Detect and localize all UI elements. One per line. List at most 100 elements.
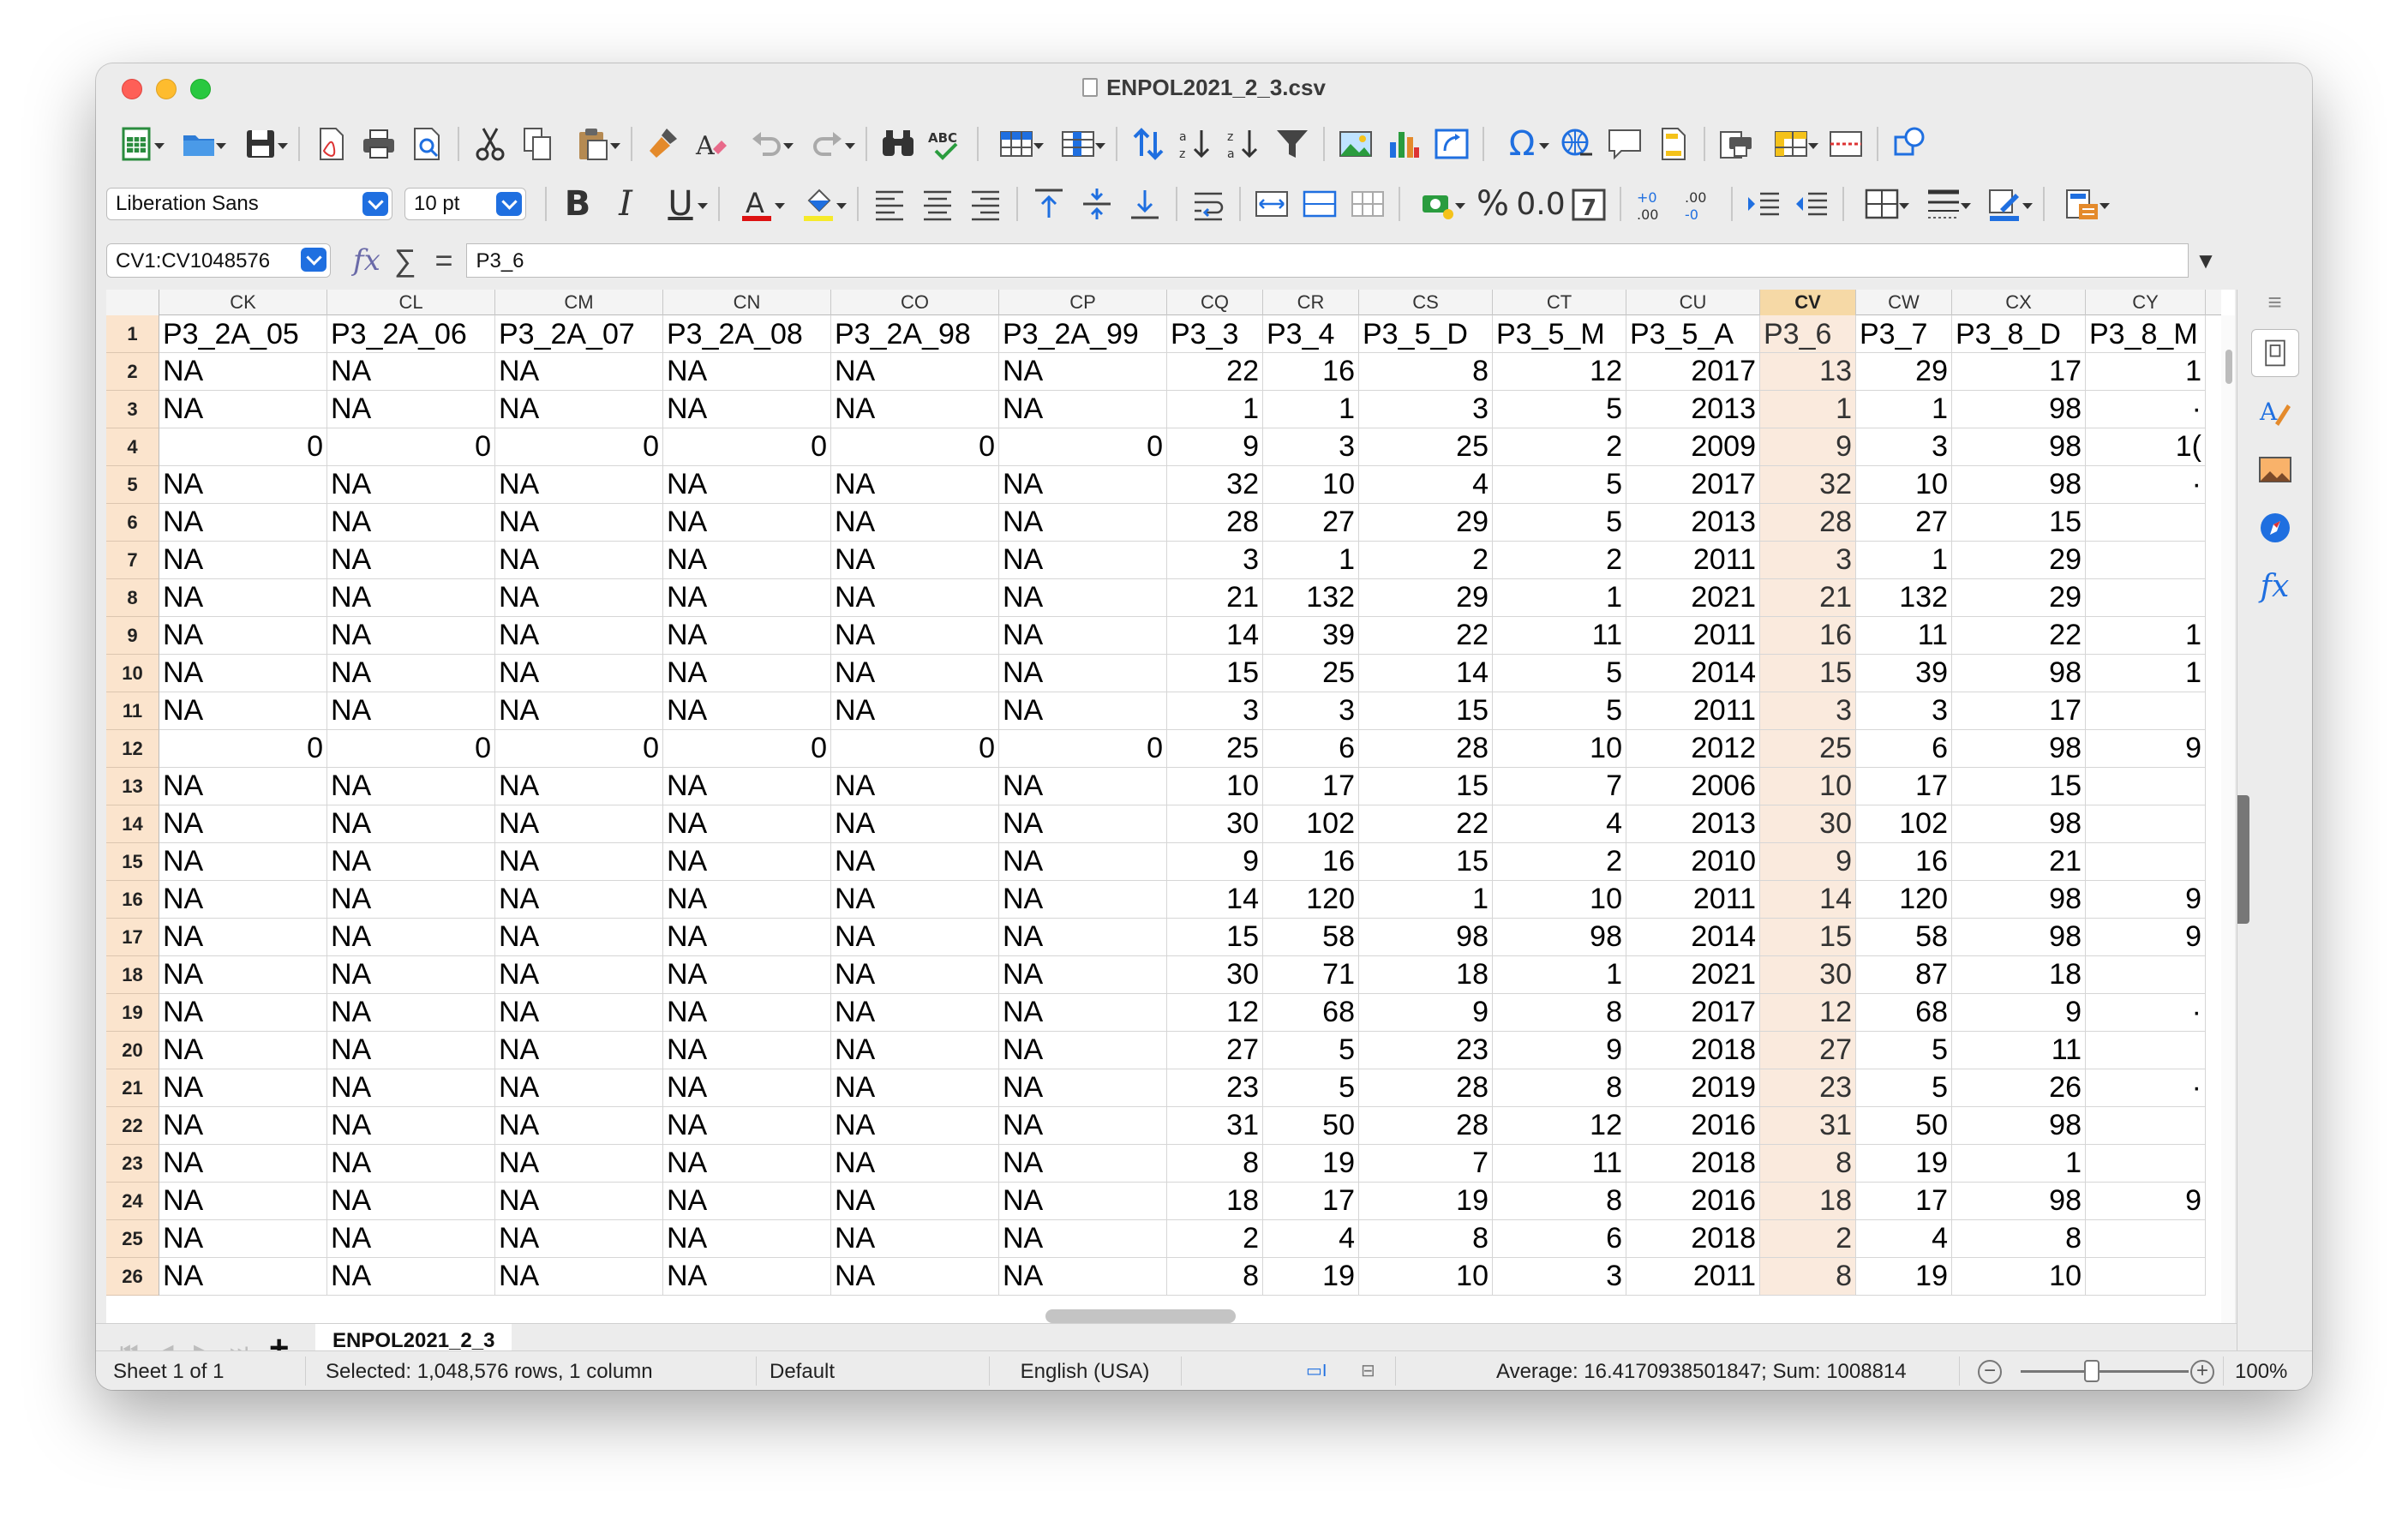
row-header-8[interactable]: 8 <box>106 579 159 617</box>
spelling-button[interactable]: ABC <box>922 120 970 168</box>
row-header-20[interactable]: 20 <box>106 1032 159 1069</box>
grid-cell[interactable]: 2021 <box>1626 579 1760 617</box>
header-cell[interactable]: P3_6 <box>1760 315 1856 353</box>
grid-cell[interactable]: 9 <box>2086 1183 2206 1220</box>
grid-cell[interactable]: 2021 <box>1626 956 1760 994</box>
grid-cell[interactable]: 15 <box>1359 692 1493 730</box>
merge-cells-button[interactable] <box>1296 180 1344 228</box>
grid-cell[interactable]: 1 <box>1263 391 1359 428</box>
grid-cell[interactable]: 2017 <box>1626 994 1760 1032</box>
grid-cell[interactable]: 2011 <box>1626 617 1760 655</box>
grid-cell[interactable]: 6 <box>1493 1220 1626 1258</box>
grid-cell[interactable]: 5 <box>1493 692 1626 730</box>
grid-cell[interactable]: 21 <box>1952 843 2086 881</box>
border-style-button[interactable] <box>1913 180 1974 228</box>
column-header-co[interactable]: CO <box>831 290 999 315</box>
grid-cell[interactable]: 1 <box>1167 391 1263 428</box>
grid-cell[interactable]: 27 <box>1856 504 1952 542</box>
grid-cell[interactable]: 50 <box>1263 1107 1359 1145</box>
grid-cell[interactable]: 98 <box>1952 730 2086 768</box>
grid-cell[interactable]: NA <box>327 994 495 1032</box>
grid-cell[interactable]: 9 <box>1760 843 1856 881</box>
grid-cell[interactable]: NA <box>159 542 327 579</box>
grid-cell[interactable]: NA <box>327 466 495 504</box>
column-header-cm[interactable]: CM <box>495 290 663 315</box>
grid-cell[interactable]: NA <box>495 692 663 730</box>
horizontal-scroll-thumb[interactable] <box>1045 1309 1236 1323</box>
grid-cell[interactable]: NA <box>999 391 1167 428</box>
header-cell[interactable]: P3_8_M <box>2086 315 2206 353</box>
grid-cell[interactable]: 7 <box>1493 768 1626 805</box>
sort-button[interactable] <box>1124 120 1172 168</box>
grid-cell[interactable]: 9 <box>1952 994 2086 1032</box>
number-format-button[interactable]: 0.0 <box>1516 180 1565 228</box>
header-cell[interactable]: P3_3 <box>1167 315 1263 353</box>
header-cell[interactable]: P3_8_D <box>1952 315 2086 353</box>
grid-cell[interactable]: 19 <box>1263 1145 1359 1183</box>
grid-cell[interactable]: 8 <box>1359 1220 1493 1258</box>
grid-cell[interactable]: 2011 <box>1626 692 1760 730</box>
grid-cell[interactable]: 2 <box>1359 542 1493 579</box>
grid-cell[interactable]: 98 <box>1952 1107 2086 1145</box>
export-pdf-button[interactable] <box>307 120 355 168</box>
wrap-text-button[interactable] <box>1184 180 1232 228</box>
grid-cell[interactable]: 30 <box>1167 805 1263 843</box>
grid-cell[interactable]: 0 <box>999 428 1167 466</box>
grid-cell[interactable]: NA <box>999 1183 1167 1220</box>
clone-formatting-button[interactable] <box>639 120 687 168</box>
grid-cell[interactable]: 11 <box>1493 1145 1626 1183</box>
grid-cell[interactable]: 58 <box>1263 919 1359 956</box>
print-button[interactable] <box>355 120 403 168</box>
grid-cell[interactable]: 10 <box>1952 1258 2086 1296</box>
grid-cell[interactable]: NA <box>495 843 663 881</box>
grid-cell[interactable]: NA <box>327 956 495 994</box>
row-header-18[interactable]: 18 <box>106 956 159 994</box>
grid-cell[interactable]: NA <box>159 655 327 692</box>
row-header-1[interactable]: 1 <box>106 315 159 353</box>
grid-cell[interactable]: 1 <box>1760 391 1856 428</box>
row-header-19[interactable]: 19 <box>106 994 159 1032</box>
grid-cell[interactable]: 17 <box>1856 768 1952 805</box>
grid-cell[interactable]: 68 <box>1856 994 1952 1032</box>
grid-cell[interactable]: 10 <box>1359 1258 1493 1296</box>
grid-cell[interactable]: 19 <box>1263 1258 1359 1296</box>
grid-cell[interactable]: NA <box>495 1183 663 1220</box>
grid-cell[interactable]: NA <box>999 542 1167 579</box>
grid-cell[interactable]: 2 <box>1167 1220 1263 1258</box>
header-cell[interactable]: P3_2A_07 <box>495 315 663 353</box>
grid-cell[interactable]: 14 <box>1760 881 1856 919</box>
grid-cell[interactable]: NA <box>663 692 831 730</box>
row-header-16[interactable]: 16 <box>106 881 159 919</box>
grid-cell[interactable]: 8 <box>1493 1183 1626 1220</box>
grid-cell[interactable]: NA <box>663 768 831 805</box>
header-cell[interactable]: P3_2A_05 <box>159 315 327 353</box>
grid-cell[interactable]: NA <box>495 994 663 1032</box>
grid-cell[interactable]: 3 <box>1263 692 1359 730</box>
grid-cell[interactable]: NA <box>663 391 831 428</box>
grid-cell[interactable]: 28 <box>1359 730 1493 768</box>
grid-cell[interactable]: NA <box>159 956 327 994</box>
grid-cell[interactable]: 3 <box>1359 391 1493 428</box>
grid-cell[interactable]: NA <box>663 1145 831 1183</box>
grid-cell[interactable]: 2009 <box>1626 428 1760 466</box>
grid-cell[interactable]: NA <box>159 692 327 730</box>
grid-cell[interactable]: NA <box>831 692 999 730</box>
grid-cell[interactable]: NA <box>663 353 831 391</box>
currency-format-button[interactable] <box>1407 180 1469 228</box>
grid-cell[interactable]: NA <box>999 1258 1167 1296</box>
grid-cell[interactable]: 0 <box>831 428 999 466</box>
row-header-15[interactable]: 15 <box>106 843 159 881</box>
column-header-ck[interactable]: CK <box>159 290 327 315</box>
grid-cell[interactable]: NA <box>831 805 999 843</box>
grid-cell[interactable]: 8 <box>1167 1145 1263 1183</box>
grid-cell[interactable]: 39 <box>1856 655 1952 692</box>
grid-cell[interactable]: NA <box>159 768 327 805</box>
column-header-cw[interactable]: CW <box>1856 290 1952 315</box>
header-cell[interactable]: P3_2A_98 <box>831 315 999 353</box>
insert-image-button[interactable] <box>1332 120 1380 168</box>
grid-cell[interactable]: 8 <box>1359 353 1493 391</box>
grid-cell[interactable]: NA <box>495 1258 663 1296</box>
grid-cell[interactable]: · <box>2086 994 2206 1032</box>
grid-cell[interactable]: NA <box>663 466 831 504</box>
grid-cell[interactable]: NA <box>495 504 663 542</box>
